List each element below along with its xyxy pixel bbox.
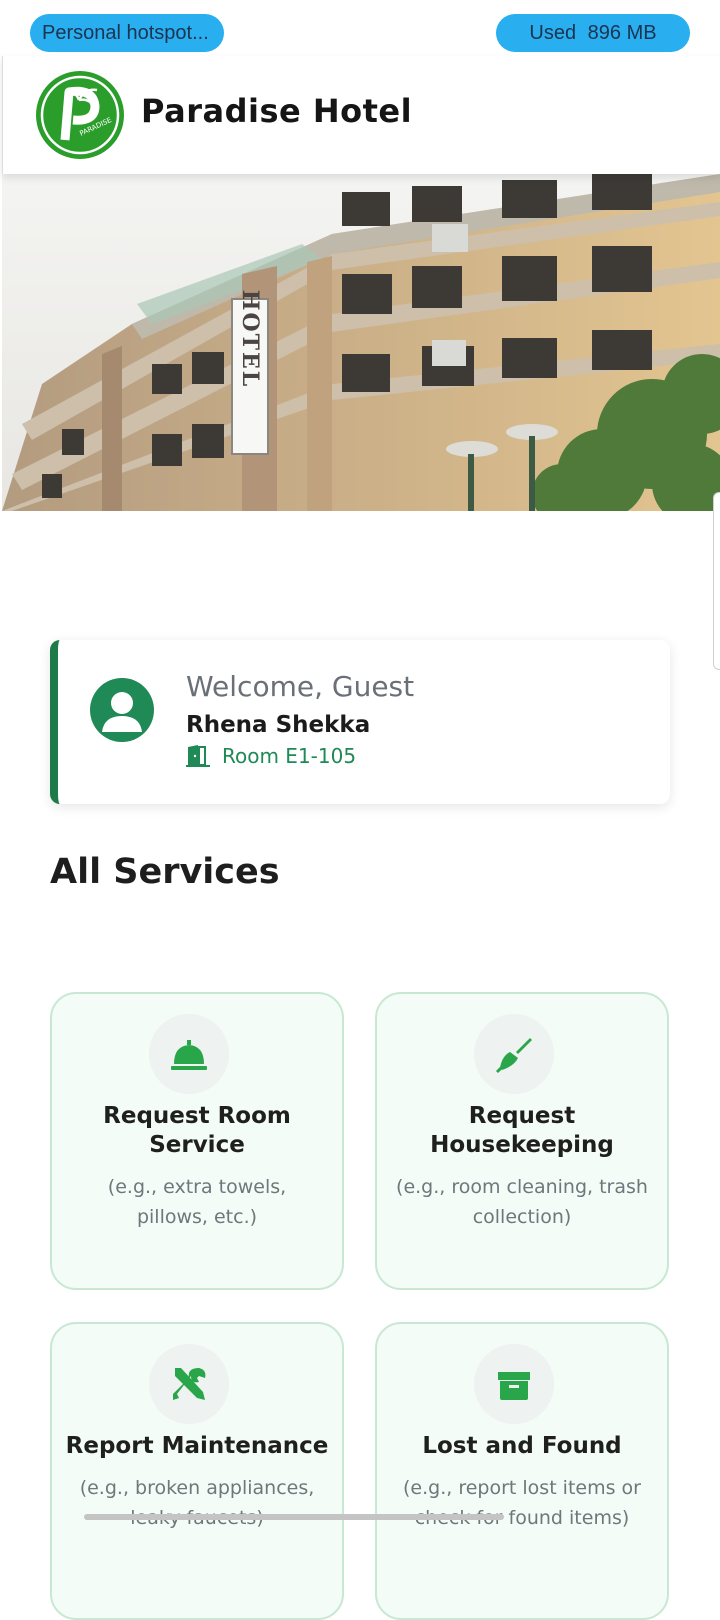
service-card-room-service[interactable]: Request Room Service (e.g., extra towels… xyxy=(50,992,344,1290)
icon-circle xyxy=(149,1344,229,1424)
door-icon xyxy=(186,745,210,767)
service-description: (e.g., room cleaning, trash collection) xyxy=(396,1176,648,1228)
service-description: (e.g., report lost items or check for fo… xyxy=(403,1477,641,1529)
hotel-logo[interactable]: PARADISE xyxy=(35,70,125,160)
data-used-label: Used xyxy=(529,22,577,44)
hotel-sign-text: HOTEL xyxy=(237,290,263,389)
service-description: (e.g., extra towels, pillows, etc.) xyxy=(107,1176,287,1228)
guest-name: Rhena Shekka xyxy=(186,712,371,738)
brand-name: Paradise Hotel xyxy=(141,92,413,130)
hotel-building-image: HOTEL xyxy=(2,174,720,511)
room-info: Room E1-105 xyxy=(186,744,356,768)
room-number: Room E1-105 xyxy=(222,744,357,768)
user-icon xyxy=(102,692,142,732)
icon-circle xyxy=(474,1014,554,1094)
welcome-greeting: Welcome, Guest xyxy=(186,670,415,703)
services-heading: All Services xyxy=(50,852,280,892)
service-title: Lost and Found xyxy=(422,1433,622,1459)
service-card-lost-found[interactable]: Lost and Found (e.g., report lost items … xyxy=(375,1322,669,1620)
service-title: Request Room Service xyxy=(103,1103,291,1158)
service-title: Request Housekeeping xyxy=(430,1103,614,1158)
service-description: (e.g., broken appliances, leaky faucets) xyxy=(79,1477,315,1529)
avatar xyxy=(90,678,154,742)
service-card-housekeeping[interactable]: Request Housekeeping (e.g., room cleanin… xyxy=(375,992,669,1290)
broom-icon xyxy=(495,1038,532,1074)
concierge-bell-icon xyxy=(171,1040,207,1070)
box-icon xyxy=(498,1372,530,1400)
hotspot-indicator[interactable]: Personal hotspot... xyxy=(30,14,224,52)
welcome-card: Welcome, Guest Rhena Shekka Room E1-105 xyxy=(50,640,670,804)
status-bar: Personal hotspot... Used 896 MB xyxy=(0,0,720,56)
data-used-value: 896 MB xyxy=(587,22,657,44)
data-usage-indicator[interactable]: Used 896 MB xyxy=(496,14,690,52)
tools-icon xyxy=(173,1368,206,1400)
service-card-maintenance[interactable]: Report Maintenance (e.g., broken applian… xyxy=(50,1322,344,1620)
app-header: PARADISE Paradise Hotel xyxy=(2,56,720,174)
icon-circle xyxy=(149,1014,229,1094)
service-title: Report Maintenance xyxy=(65,1433,329,1459)
icon-circle xyxy=(474,1344,554,1424)
gesture-bar[interactable] xyxy=(84,1514,504,1520)
scroll-indicator[interactable] xyxy=(713,492,720,670)
